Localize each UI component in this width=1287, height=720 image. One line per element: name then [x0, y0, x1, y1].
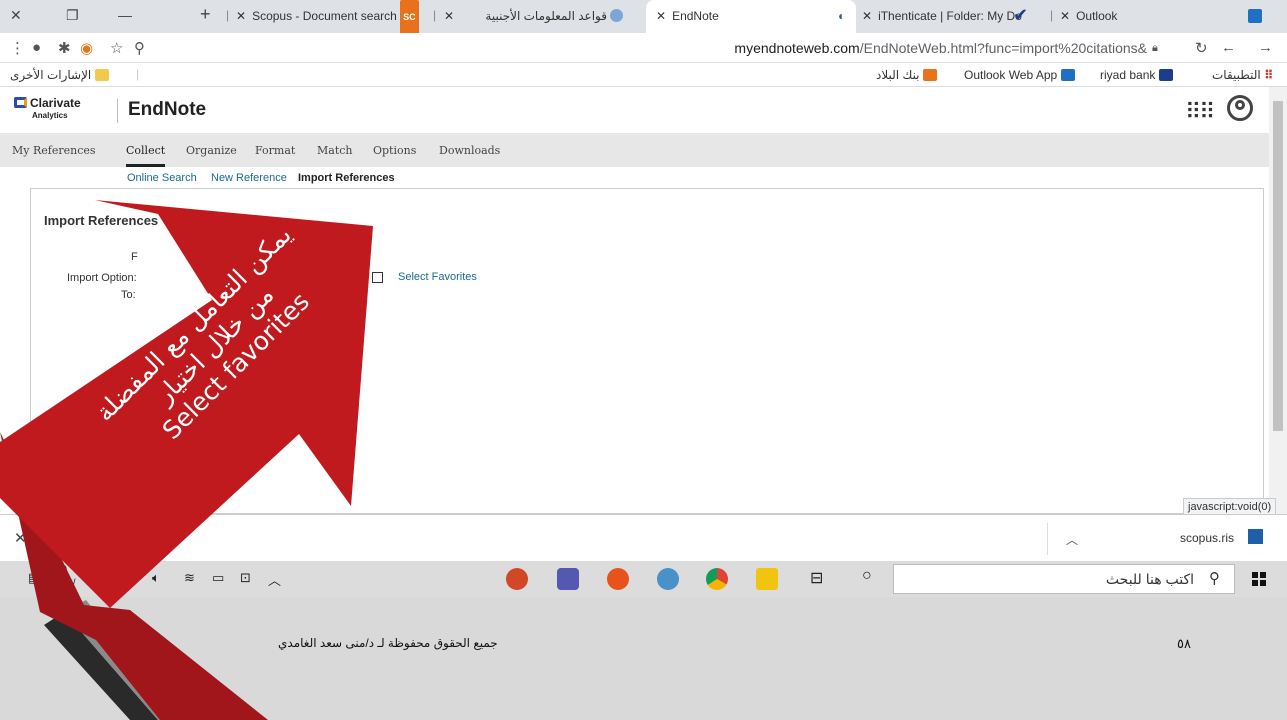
slide-root: ✕ ❐ — + | ✕ Scopus - Document search SC |…	[0, 0, 1287, 720]
